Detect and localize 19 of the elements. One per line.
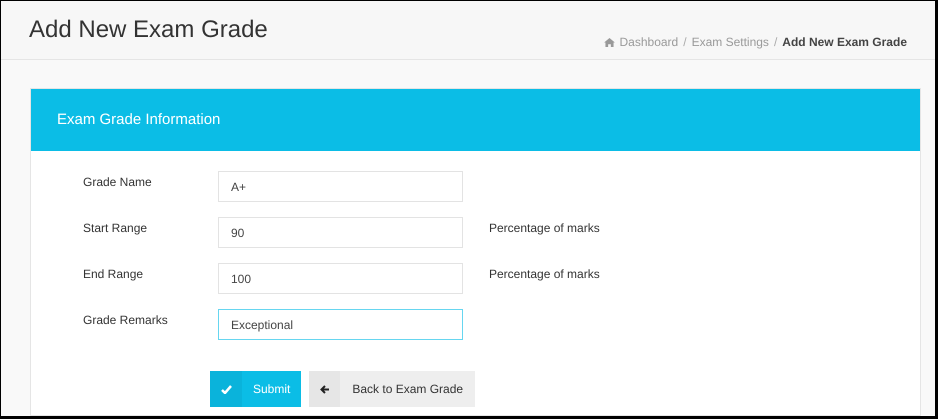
field-hint: Percentage of marks <box>489 220 600 237</box>
back-button[interactable]: Back to Exam Grade <box>309 371 476 407</box>
input-field[interactable]: Exceptional <box>218 309 463 340</box>
field-hint: Percentage of marks <box>489 266 600 283</box>
home-icon <box>604 38 614 46</box>
page-title: Add New Exam Grade <box>29 15 268 45</box>
breadcrumb-separator: / <box>683 34 687 51</box>
arrow-left-icon <box>320 384 330 394</box>
breadcrumb-separator: / <box>774 34 778 51</box>
field-label: Grade Name <box>82 174 153 191</box>
check-icon <box>220 384 232 394</box>
field-label: End Range <box>82 266 144 283</box>
breadcrumb-current: Add New Exam Grade <box>782 34 907 51</box>
input-field[interactable]: 100 <box>218 263 463 294</box>
input-field[interactable]: 90 <box>218 217 463 248</box>
field-label: Start Range <box>82 220 148 237</box>
input-field[interactable]: A+ <box>218 171 463 202</box>
panel-title: Exam Grade Information <box>57 110 220 130</box>
field-label: Grade Remarks <box>82 312 169 329</box>
